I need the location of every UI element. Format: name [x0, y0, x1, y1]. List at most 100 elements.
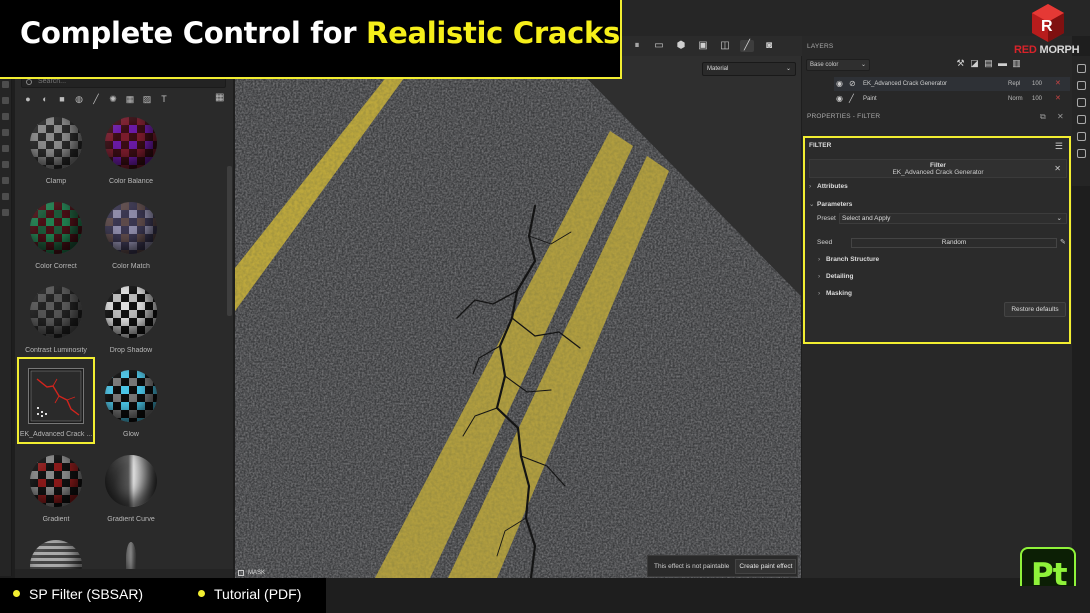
remove-filter-icon[interactable]: ✕	[1054, 164, 1061, 173]
layers-dock-icon[interactable]	[1076, 64, 1086, 73]
projection-tool-icon[interactable]	[2, 97, 9, 104]
sphere-half-icon[interactable]: ◐	[40, 94, 50, 104]
left-tool-rail	[0, 56, 12, 576]
chevron-down-icon: ⌄	[785, 66, 791, 72]
filter-section-title: FILTER	[809, 142, 832, 149]
bake-icon[interactable]	[2, 193, 9, 200]
layer-row[interactable]: ◉ ╱ Paint Norm 100 ✕	[834, 92, 1070, 106]
brush-tool-icon[interactable]: ╱	[740, 40, 754, 52]
preset-dropdown[interactable]: Select and Apply ⌄	[839, 213, 1067, 224]
shelf-item-gradient[interactable]: Gradient	[18, 455, 94, 523]
gradient-thumbnail	[30, 455, 82, 507]
properties-title: PROPERTIES - FILTER	[807, 113, 881, 120]
square-icon[interactable]: ■	[57, 94, 67, 104]
cube-icon[interactable]: ⬢	[674, 40, 688, 52]
picker-tool-icon[interactable]	[2, 161, 9, 168]
chevron-right-icon: ›	[809, 183, 812, 190]
shelf-item-contrast-luminosity[interactable]: Contrast Luminosity	[18, 286, 94, 354]
layers-title: LAYERS	[807, 43, 834, 50]
chevron-right-icon: ›	[818, 256, 821, 263]
filter-resource-name: EK_Advanced Crack Generator	[892, 169, 984, 176]
edit-pen-icon[interactable]: ✎	[1060, 238, 1066, 246]
text-icon[interactable]: T	[159, 94, 169, 104]
gradient-curve-thumbnail	[105, 455, 157, 507]
shelf-item-partial[interactable]	[126, 542, 136, 570]
not-paintable-message: This effect is not paintable	[654, 562, 730, 570]
polygon-fill-icon[interactable]	[2, 113, 9, 120]
chevron-right-icon: ›	[818, 290, 821, 297]
visibility-eye-icon[interactable]: ◉	[836, 77, 843, 91]
undock-icon[interactable]: ⧉	[1040, 112, 1046, 122]
geometry-mask-icon[interactable]	[2, 177, 9, 184]
visibility-eye-icon[interactable]: ◉	[836, 92, 843, 106]
shelf-item-color-correct[interactable]: Color Correct	[18, 202, 94, 270]
shelf-item-gradient-curve[interactable]: Gradient Curve	[93, 455, 169, 523]
parameters-section-toggle[interactable]: ⌄ Parameters	[809, 200, 852, 208]
smudge-tool-icon[interactable]	[2, 129, 9, 136]
add-folder-icon[interactable]: ▬	[998, 58, 1007, 69]
log-icon[interactable]	[1076, 132, 1086, 141]
restore-defaults-button[interactable]: Restore defaults	[1004, 302, 1066, 317]
shelf-item-color-match[interactable]: Color Match	[93, 202, 169, 270]
seed-value: Random	[941, 239, 967, 246]
add-fill-layer-icon[interactable]: ◪	[970, 58, 979, 69]
clone-tool-icon[interactable]	[2, 145, 9, 152]
filter-resource-header[interactable]: Filter EK_Advanced Crack Generator ✕	[809, 159, 1067, 178]
shelf-item-label: Gradient	[42, 516, 70, 523]
seed-random-field[interactable]: Random	[851, 238, 1057, 248]
substance-icon[interactable]	[1076, 149, 1086, 158]
pause-icon[interactable]: ⏸	[630, 40, 644, 52]
mask-tab[interactable]: MASK	[236, 569, 336, 578]
layers-toolbar: ⚒ ◪ ▤ ▬ ▥	[956, 58, 1021, 69]
particle-icon[interactable]: ✺	[108, 94, 118, 104]
brush-icon[interactable]: ╱	[91, 94, 101, 104]
filter-layer-icon: ⊘	[849, 79, 856, 88]
attributes-section-toggle[interactable]: › Attributes	[809, 183, 848, 190]
add-paint-layer-icon[interactable]: ▤	[984, 58, 993, 69]
image-icon[interactable]: ▨	[142, 94, 152, 104]
3d-viewport[interactable]	[235, 56, 801, 578]
create-paint-effect-button[interactable]: Create paint effect	[735, 558, 797, 574]
layer-blend-mode[interactable]: Repl	[1008, 77, 1020, 91]
material-channel-dropdown[interactable]: Material ⌄	[702, 62, 796, 76]
grid-view-icon[interactable]: ▦	[215, 93, 225, 103]
layer-blend-mode[interactable]: Norm	[1008, 92, 1023, 106]
eraser-tool-icon[interactable]	[2, 81, 9, 88]
display-settings-icon[interactable]: ◫	[718, 40, 732, 52]
delete-effect-icon[interactable]: ✕	[1055, 77, 1061, 91]
color-match-thumbnail	[105, 202, 157, 254]
delete-layer-icon[interactable]: ▥	[1012, 58, 1021, 69]
layer-opacity[interactable]: 100	[1032, 77, 1042, 91]
bottom-status-strip	[326, 586, 1090, 613]
branch-structure-toggle[interactable]: › Branch Structure	[818, 256, 879, 263]
delete-effect-icon[interactable]: ✕	[1055, 92, 1061, 106]
display-settings-icon[interactable]	[1076, 98, 1086, 107]
detailing-toggle[interactable]: › Detailing	[818, 273, 853, 280]
masking-toggle[interactable]: › Masking	[818, 290, 852, 297]
panel-menu-icon[interactable]: ☰	[1055, 141, 1063, 152]
texture-set-icon[interactable]	[1076, 81, 1086, 90]
material-icon[interactable]: ◍	[74, 94, 84, 104]
shelf-item-drop-shadow[interactable]: Drop Shadow	[93, 286, 169, 354]
shelf-item-label: Gradient Curve	[107, 516, 155, 523]
add-effect-icon[interactable]: ⚒	[956, 58, 965, 69]
history-icon[interactable]	[1076, 115, 1086, 124]
texture-icon[interactable]: ▦	[125, 94, 135, 104]
shelf-item-glow[interactable]: Glow	[93, 370, 169, 438]
close-panel-icon[interactable]: ✕	[1057, 112, 1064, 121]
selected-item-highlight	[17, 357, 95, 444]
chevron-down-icon: ⌄	[860, 62, 866, 68]
sphere-icon[interactable]: ●	[23, 94, 33, 104]
layer-row[interactable]: ◉ ⊘ EK_Advanced Crack Generator Repl 100…	[834, 77, 1070, 91]
shelf-item-partial[interactable]	[18, 540, 94, 570]
shelf-scrollbar[interactable]	[227, 166, 232, 316]
layer-opacity[interactable]: 100	[1032, 92, 1042, 106]
layers-channel-dropdown[interactable]: Base color ⌄	[806, 59, 870, 71]
screenshot-icon[interactable]: ◙	[762, 40, 776, 52]
video-camera-icon[interactable]: ▣	[696, 40, 710, 52]
export-icon[interactable]	[2, 209, 9, 216]
camera-frame-icon[interactable]: ▭	[652, 40, 666, 52]
shelf-item-clamp[interactable]: Clamp	[18, 117, 94, 185]
seed-label: Seed	[817, 239, 833, 246]
shelf-item-color-balance[interactable]: Color Balance	[93, 117, 169, 185]
